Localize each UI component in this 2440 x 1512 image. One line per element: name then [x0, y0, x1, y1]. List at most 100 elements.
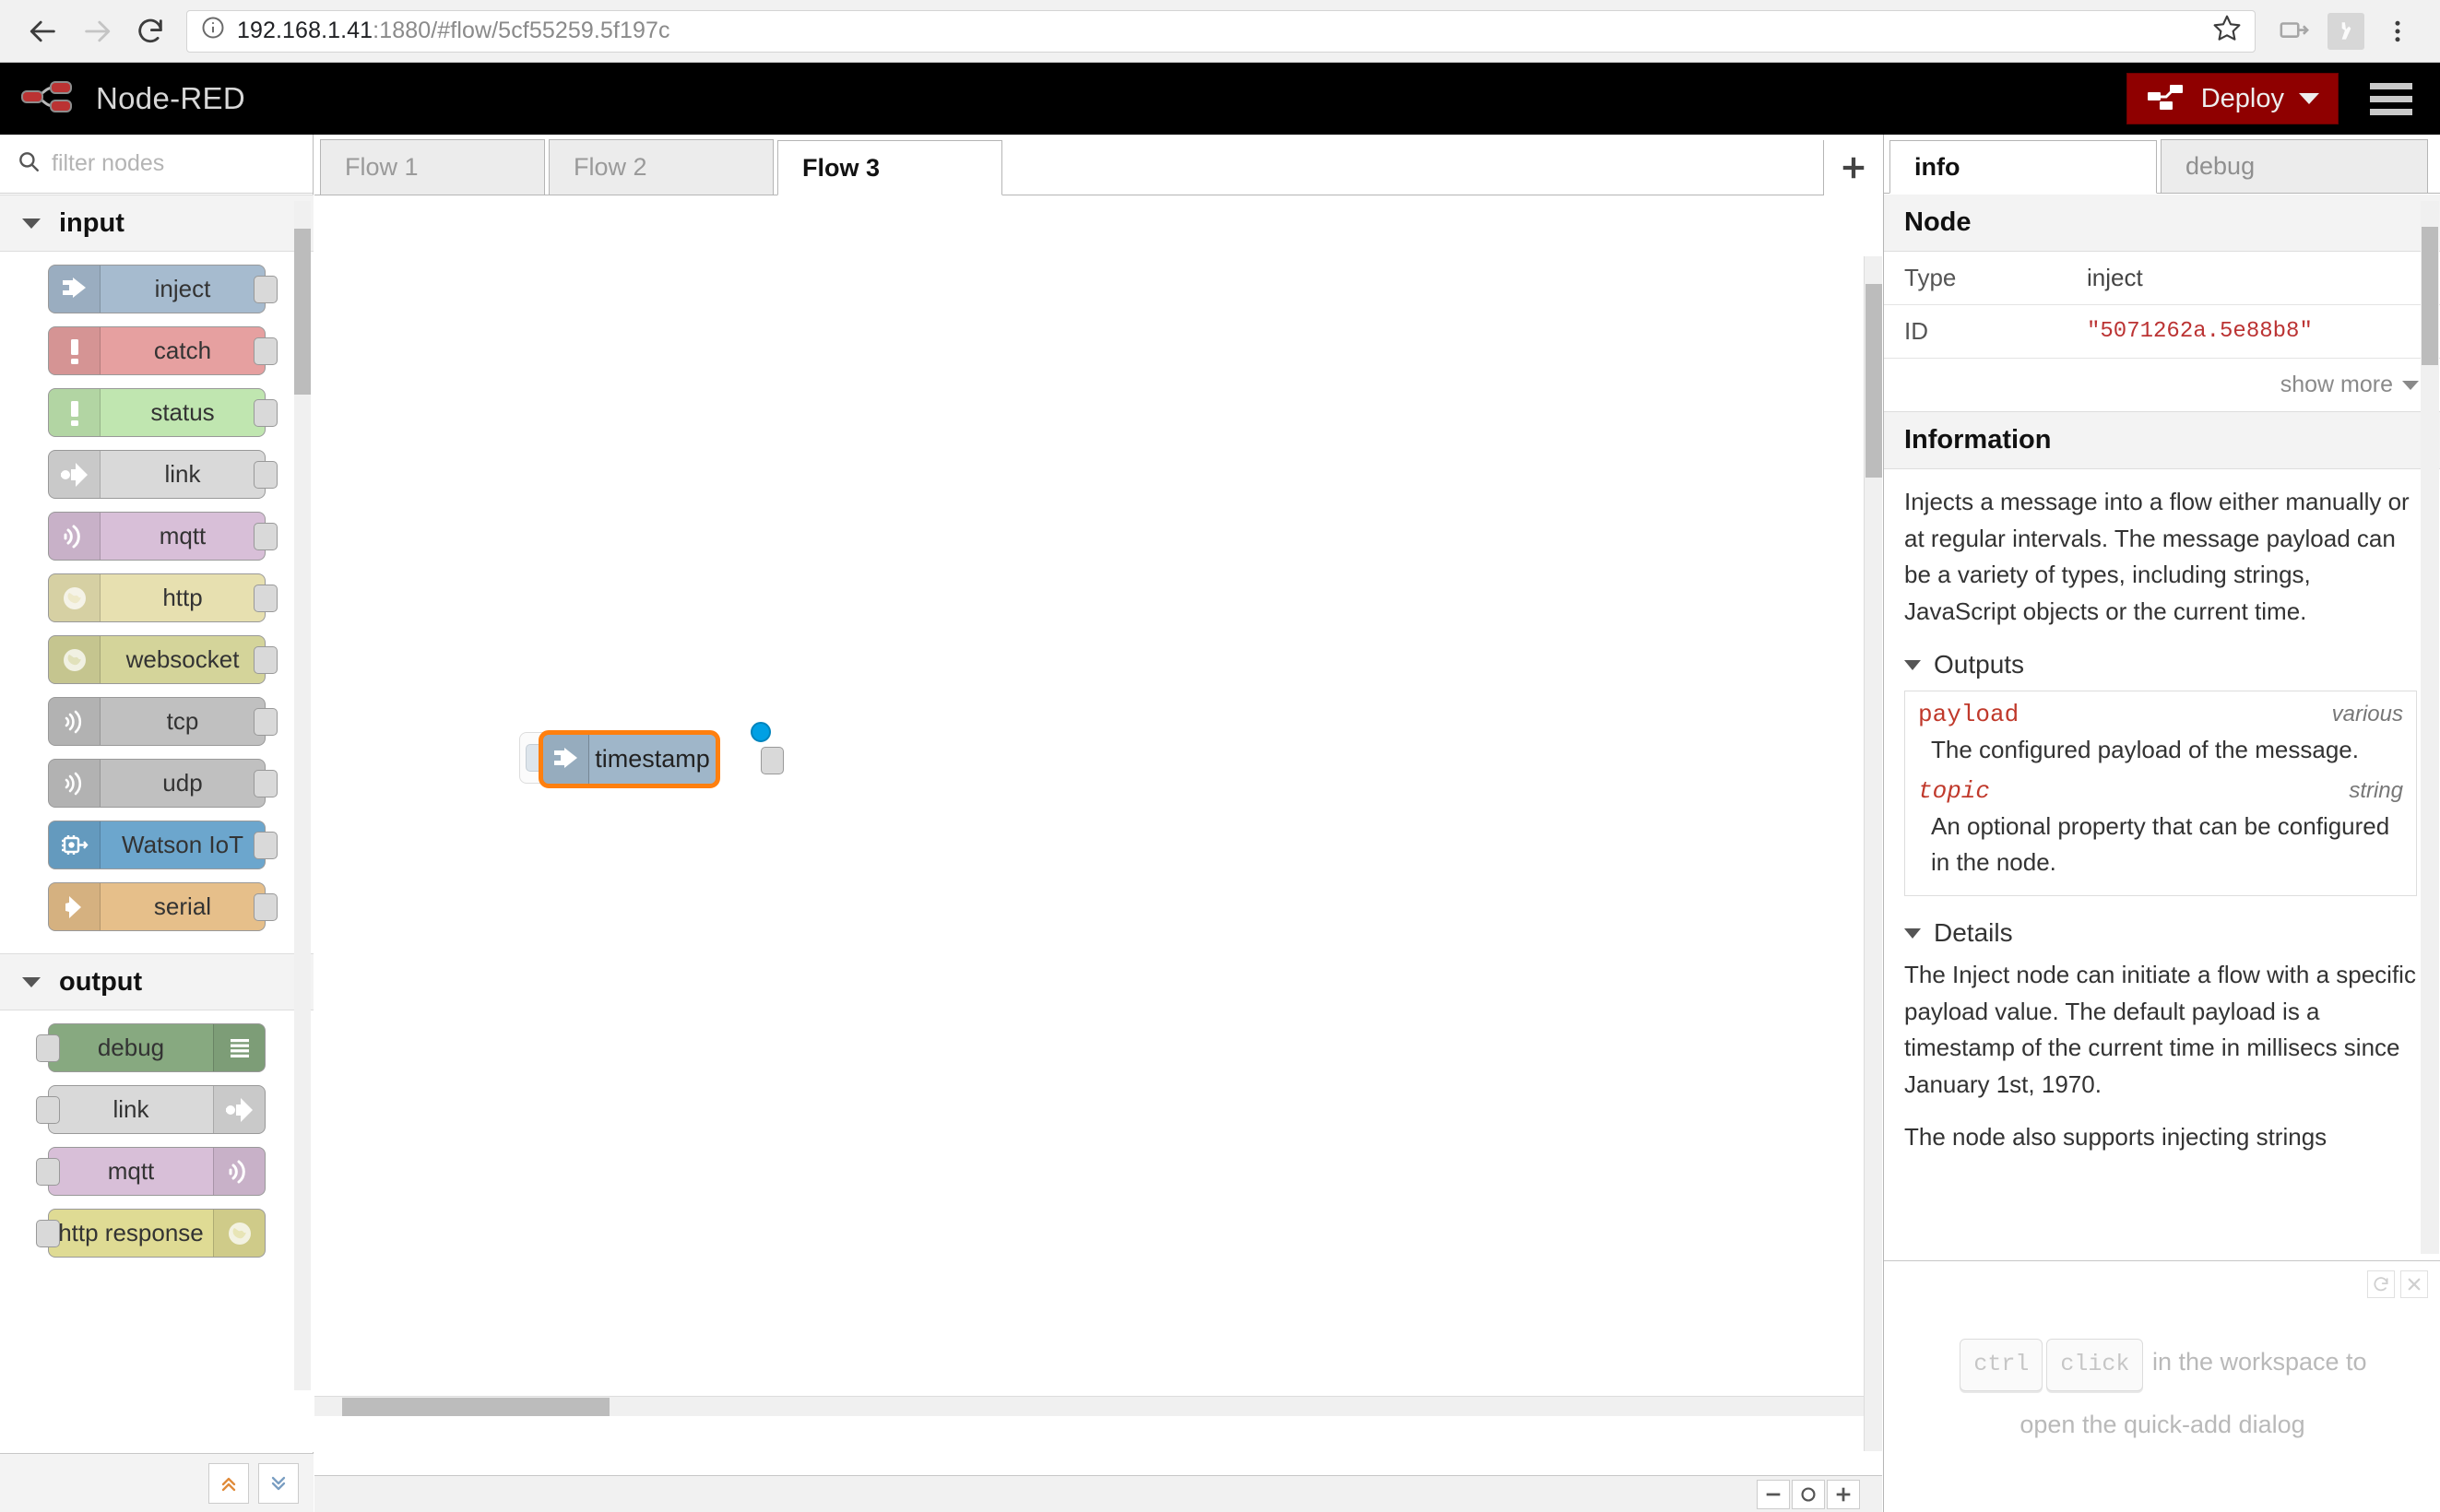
palette-node-label: status: [150, 398, 215, 426]
sidebar-scrollbar-thumb[interactable]: [2422, 227, 2438, 365]
chevron-down-icon[interactable]: [2299, 93, 2319, 104]
input-port[interactable]: [36, 1034, 60, 1062]
outputs-list: payload various The configured payload o…: [1904, 691, 2417, 897]
output-port[interactable]: [254, 275, 278, 303]
zoom-in-icon[interactable]: [1827, 1479, 1860, 1509]
tip-text-line2: open the quick-add dialog: [2020, 1410, 2305, 1438]
flow-canvas[interactable]: timestamp: [314, 195, 1882, 1451]
palette-scrollbar-thumb[interactable]: [294, 229, 311, 395]
chevron-down-icon: [1904, 927, 1921, 939]
palette-category-input[interactable]: input: [0, 195, 314, 252]
double-chevron-down-icon[interactable]: [258, 1462, 299, 1504]
property-key: Type: [1904, 264, 1957, 291]
canvas-vertical-scrollbar[interactable]: [1864, 256, 1882, 1451]
hamburger-menu-icon[interactable]: [2370, 82, 2412, 115]
app-brand[interactable]: Node-RED: [20, 77, 245, 121]
output-port[interactable]: [254, 337, 278, 365]
property-key: ID: [1904, 317, 1928, 345]
palette-node-link-in[interactable]: link: [48, 450, 278, 499]
output-port[interactable]: [254, 398, 278, 427]
information-section-title: Information: [1884, 412, 2440, 469]
palette-node-debug[interactable]: debug: [36, 1023, 266, 1072]
palette-node-websocket-in[interactable]: websocket: [48, 635, 278, 684]
canvas-footer-toolbar: [314, 1475, 1882, 1512]
palette-node-inject[interactable]: inject: [48, 265, 278, 313]
flow-tab-flow-1[interactable]: Flow 1: [320, 139, 545, 195]
palette-node-link-out[interactable]: link: [36, 1085, 266, 1134]
chevron-down-icon: [1904, 659, 1921, 670]
sidebar-tab-debug[interactable]: debug: [2161, 139, 2428, 193]
input-port[interactable]: [36, 1219, 60, 1247]
flow-node-timestamp[interactable]: timestamp: [539, 730, 720, 788]
output-description: The configured payload of the message.: [1931, 736, 2359, 764]
flow-tab-flow-3[interactable]: Flow 3: [777, 140, 1002, 195]
palette-node-udp-in[interactable]: udp: [48, 759, 278, 808]
palette-category-output[interactable]: output: [0, 953, 314, 1010]
node-output-port[interactable]: [761, 747, 784, 774]
refresh-icon[interactable]: [2367, 1270, 2395, 1298]
output-port[interactable]: [254, 769, 278, 797]
browser-back-button[interactable]: [17, 5, 70, 58]
double-chevron-up-icon[interactable]: [208, 1462, 249, 1504]
close-icon[interactable]: [2400, 1270, 2428, 1298]
filter-nodes-input[interactable]: [52, 150, 296, 177]
flow-tab-flow-2[interactable]: Flow 2: [549, 139, 774, 195]
output-port[interactable]: [254, 831, 278, 859]
input-port[interactable]: [36, 1095, 60, 1124]
outputs-section-toggle[interactable]: Outputs: [1884, 637, 2440, 685]
deploy-label: Deploy: [2200, 83, 2284, 113]
output-port[interactable]: [254, 645, 278, 674]
palette-node-label: http response: [58, 1219, 204, 1246]
url-path: :1880/#flow/5cf55259.5f197c: [373, 18, 670, 43]
serial-wave-icon: [49, 698, 101, 745]
zoom-reset-icon[interactable]: [1792, 1479, 1825, 1509]
node-red-logo-icon: [20, 77, 79, 121]
debug-list-icon: [213, 1024, 265, 1071]
palette-node-mqtt-in[interactable]: mqtt: [48, 512, 278, 561]
cast-icon[interactable]: [2268, 6, 2320, 57]
canvas-horizontal-scrollbar[interactable]: [314, 1396, 1864, 1416]
pdf-extension-icon[interactable]: [2320, 6, 2372, 57]
show-more-button[interactable]: show more: [1884, 359, 2440, 412]
palette-node-label: serial: [153, 892, 212, 920]
output-port[interactable]: [254, 460, 278, 489]
palette-node-tcp-in[interactable]: tcp: [48, 697, 278, 746]
bookmark-star-icon[interactable]: [2199, 13, 2242, 49]
output-port[interactable]: [254, 892, 278, 921]
sidebar-tab-info[interactable]: info: [1889, 140, 2157, 194]
property-value: inject: [2087, 264, 2143, 291]
palette-scrollbar[interactable]: [294, 201, 311, 1390]
add-flow-tab-button[interactable]: [1823, 140, 1882, 195]
output-port[interactable]: [254, 522, 278, 550]
palette-node-mqtt-out[interactable]: mqtt: [36, 1147, 266, 1196]
browser-forward-button[interactable]: [70, 5, 124, 58]
palette-node-http-response[interactable]: http response: [36, 1209, 266, 1258]
deploy-button[interactable]: Deploy: [2126, 73, 2339, 124]
exclamation-icon: [49, 389, 101, 436]
palette-node-http-in[interactable]: http: [48, 573, 278, 622]
browser-reload-button[interactable]: [124, 5, 177, 58]
browser-menu-icon[interactable]: [2372, 6, 2423, 57]
palette-node-catch[interactable]: catch: [48, 326, 278, 375]
sidebar-scrollbar[interactable]: [2421, 201, 2439, 1254]
canvas-hscrollbar-thumb[interactable]: [342, 1398, 610, 1416]
sidebar-info-content[interactable]: Node Type inject ID "5071262a.5e88b8" sh…: [1884, 195, 2440, 1260]
address-bar[interactable]: 192.168.1.41:1880/#flow/5cf55259.5f197c: [186, 9, 2256, 53]
flow-tab-label: Flow 3: [802, 153, 881, 182]
serial-arrow-icon: [49, 883, 101, 930]
output-type: string: [2349, 778, 2403, 804]
canvas-vscrollbar-thumb[interactable]: [1866, 284, 1882, 478]
details-section-toggle[interactable]: Details: [1884, 905, 2440, 953]
palette-node-serial-in[interactable]: serial: [48, 882, 278, 931]
palette-search-bar[interactable]: [0, 135, 313, 194]
output-port[interactable]: [254, 707, 278, 736]
palette-node-label: catch: [153, 337, 212, 364]
palette-scroll-area[interactable]: input inject catch status link mqtt http…: [0, 195, 314, 1452]
zoom-out-icon[interactable]: [1757, 1479, 1790, 1509]
input-port[interactable]: [36, 1157, 60, 1186]
palette-node-watson-iot[interactable]: Watson IoT: [48, 821, 278, 869]
output-port[interactable]: [254, 584, 278, 612]
url-host: 192.168.1.41: [237, 18, 373, 43]
site-info-icon[interactable]: [200, 15, 226, 47]
palette-node-status[interactable]: status: [48, 388, 278, 437]
